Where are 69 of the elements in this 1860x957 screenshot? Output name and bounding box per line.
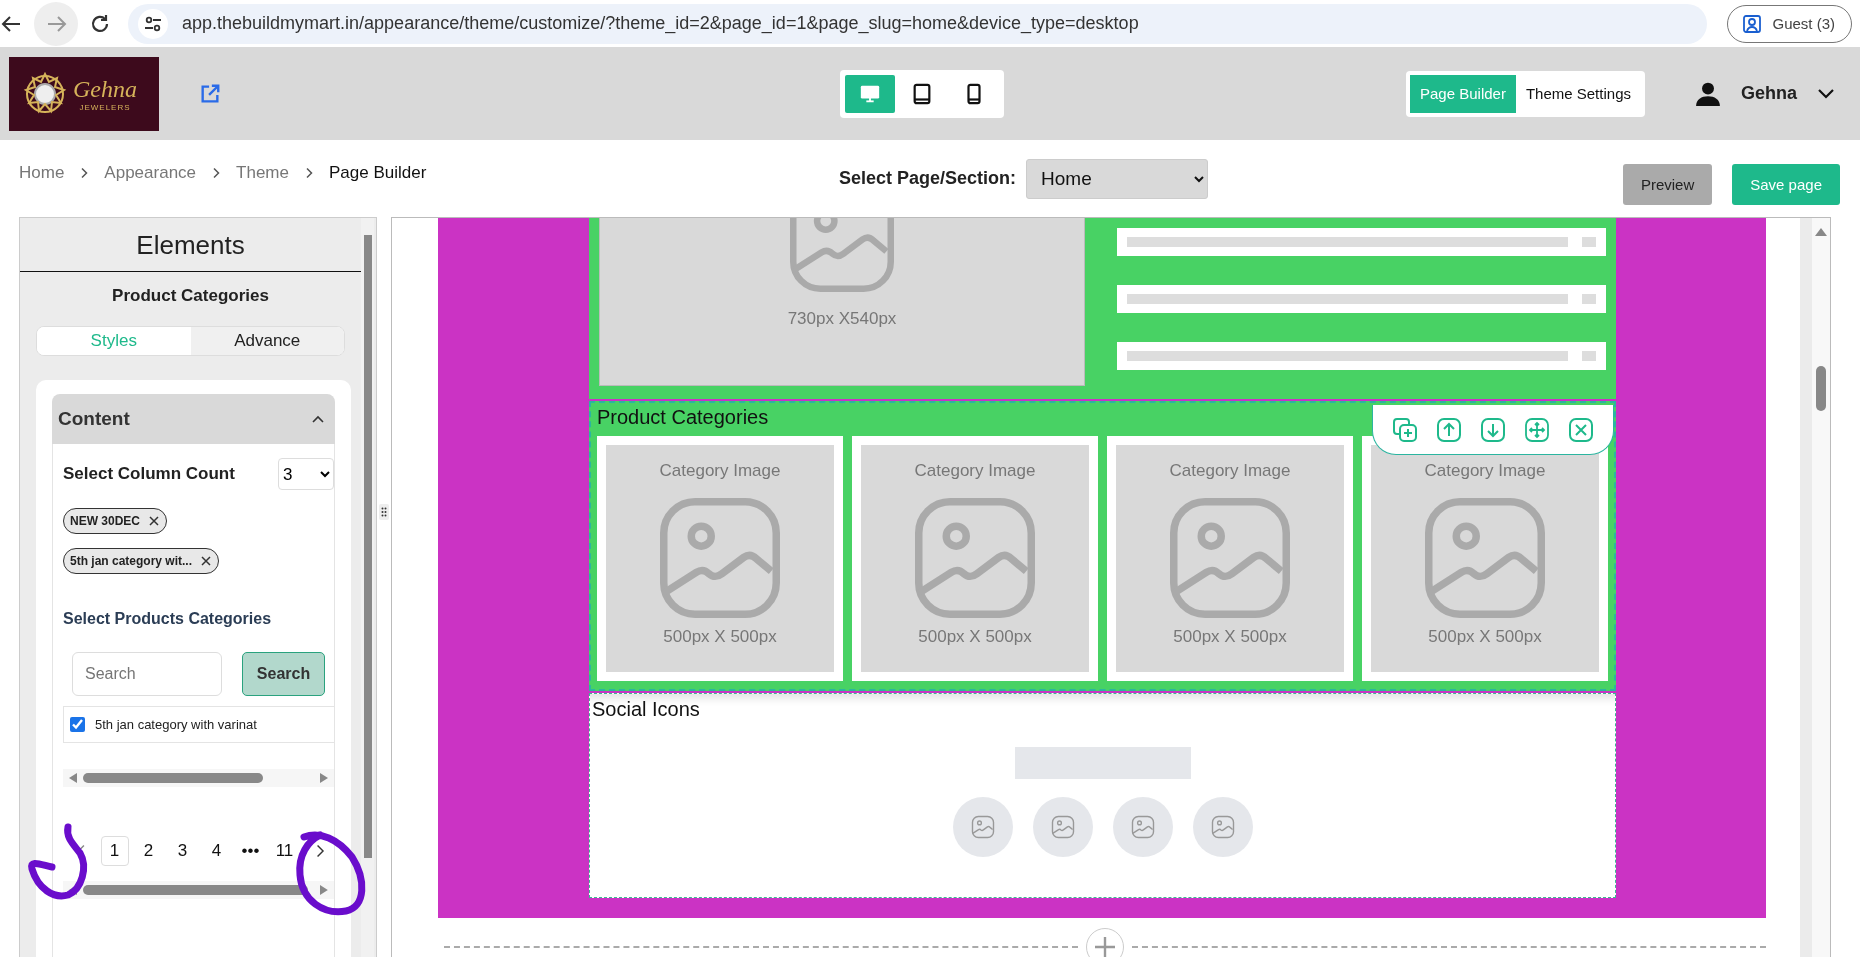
add-section-icon[interactable] — [1086, 928, 1124, 957]
scroll-right-icon[interactable] — [320, 885, 328, 895]
logo[interactable]: Gehna JEWELERS — [9, 56, 159, 131]
address-bar[interactable]: app.thebuildmymart.in/appearance/theme/customize/?theme_id=2&page_id=1&page_slug=home&device_type=desktop — [128, 3, 1708, 44]
mode-tab[interactable]: Theme Settings — [1515, 74, 1641, 113]
column-count-label: Select Column Count — [63, 464, 235, 484]
profile-button[interactable]: Guest (3) — [1727, 4, 1852, 43]
scrollbar-thumb[interactable] — [83, 773, 263, 783]
breadcrumb-item[interactable]: Appearance — [104, 162, 197, 183]
drag-handle-icon[interactable] — [381, 507, 387, 517]
page-number[interactable]: 3 — [168, 836, 197, 866]
breadcrumb-item[interactable]: Theme — [236, 162, 289, 183]
section-title: Social Icons — [591, 697, 701, 721]
canvas-scrollbar[interactable] — [1800, 218, 1830, 957]
duplicate-icon[interactable] — [1391, 415, 1419, 444]
user-name[interactable]: Gehna — [1741, 83, 1797, 104]
remove-icon[interactable] — [200, 555, 213, 567]
element-name: Product Categories — [111, 285, 270, 307]
category-checkbox[interactable] — [70, 717, 85, 732]
phone-icon — [966, 82, 982, 105]
section-title: Product Categories — [597, 405, 770, 429]
category-label: Category Image — [1424, 461, 1546, 481]
person-icon — [1742, 13, 1763, 34]
forward-button[interactable] — [34, 1, 78, 46]
page-select[interactable]: Home — [1026, 158, 1209, 199]
scroll-left-icon[interactable] — [69, 773, 77, 783]
horizontal-scrollbar[interactable] — [63, 881, 334, 899]
image-size: 500px X 500px — [918, 627, 1032, 647]
remove-icon[interactable] — [148, 515, 160, 527]
move-up-icon[interactable] — [1435, 415, 1463, 444]
tablet-icon — [912, 82, 932, 105]
image-size: 500px X 500px — [663, 627, 777, 647]
search-button[interactable]: Search — [242, 652, 325, 696]
page-number[interactable]: 4 — [202, 836, 231, 866]
social-icons-section[interactable]: Social Icons — [589, 693, 1616, 898]
drag-move-icon[interactable] — [1523, 415, 1551, 444]
preview-button[interactable]: Preview — [1622, 164, 1713, 205]
page-select-label: Select Page/Section: — [839, 168, 1017, 189]
content-accordion-header[interactable]: Content — [52, 394, 335, 444]
category-label: Category Image — [1169, 461, 1291, 481]
category-label: Category Image — [659, 461, 781, 481]
user-icon[interactable] — [1695, 80, 1721, 107]
scroll-right-icon[interactable] — [320, 773, 328, 783]
panel-scrollbar[interactable] — [361, 218, 374, 957]
category-tag: NEW 30DEC — [63, 508, 167, 534]
page-number[interactable]: 1 — [100, 836, 129, 866]
page-number[interactable]: ••• — [236, 836, 265, 866]
product-categories-section[interactable]: Product Categories Category Image 500px X 500px Category Image 500px X 500px Category Image 500px X 500px Category Image 500px X 500px — [589, 401, 1616, 691]
column-count-select[interactable]: 3 — [278, 458, 334, 490]
scrollbar-thumb[interactable] — [1816, 366, 1826, 411]
image-size: 730px X540px — [787, 309, 897, 329]
url-text: app.thebuildmymart.in/appearance/theme/customize/?theme_id=2&page_id=1&page_slug=home&device_type=desktop — [182, 13, 1139, 34]
close-icon[interactable] — [1567, 415, 1595, 444]
move-down-icon[interactable] — [1479, 415, 1507, 444]
scrollbar-thumb[interactable] — [363, 235, 372, 858]
breadcrumb-item: Page Builder — [328, 162, 427, 183]
category-label: Category Image — [914, 461, 1036, 481]
search-field[interactable]: Search — [72, 652, 222, 696]
panel-tab[interactable]: Advance — [190, 327, 344, 355]
scroll-up-icon[interactable] — [1815, 228, 1827, 236]
horizontal-scrollbar[interactable] — [63, 769, 334, 787]
page-number[interactable]: 2 — [134, 836, 163, 866]
image-size: 500px X 500px — [1173, 627, 1287, 647]
breadcrumb-item[interactable]: Home — [19, 162, 65, 183]
category-tag: 5th jan category wit... — [63, 548, 220, 574]
categories-label: Select Products Categories — [63, 610, 273, 628]
page-number[interactable]: 11 — [270, 836, 299, 866]
external-link-icon[interactable] — [199, 82, 221, 105]
image-size: 500px X 500px — [1428, 627, 1542, 647]
